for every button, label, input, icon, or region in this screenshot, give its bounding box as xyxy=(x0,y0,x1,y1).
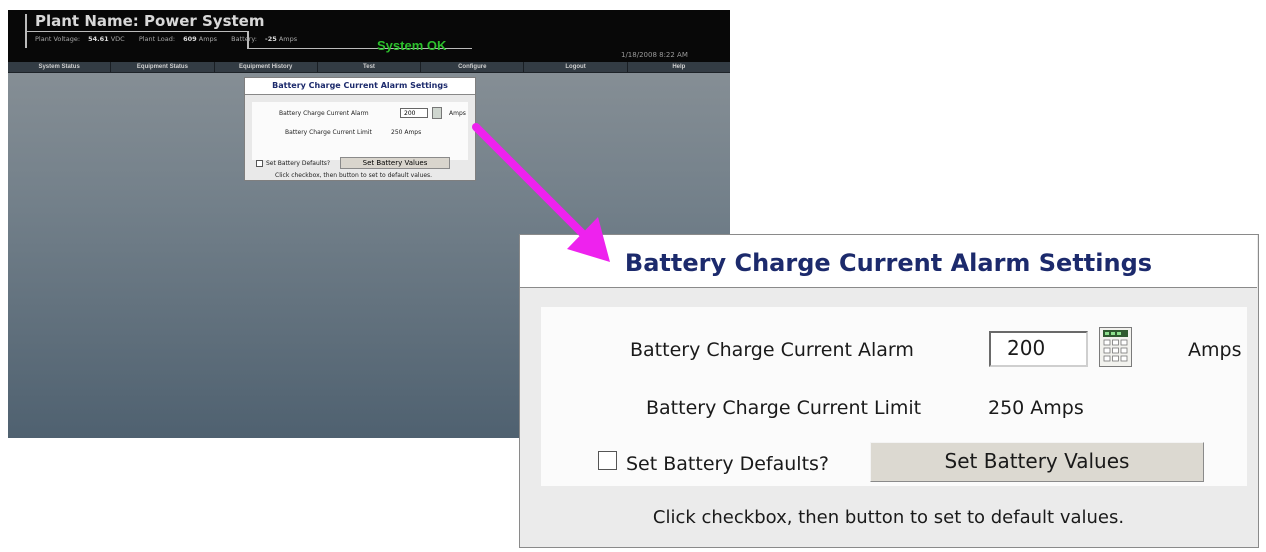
system-status: System OK xyxy=(377,38,447,53)
limit-label: Battery Charge Current Limit xyxy=(285,129,372,136)
alarm-settings-panel-zoomed: Battery Charge Current Alarm Settings Ba… xyxy=(519,234,1259,548)
hint-text: Click checkbox, then button to set to de… xyxy=(275,172,433,179)
alarm-label: Battery Charge Current Alarm xyxy=(279,110,369,117)
defaults-label: Set Battery Defaults? xyxy=(266,160,331,167)
load-label: Plant Load: xyxy=(138,35,176,43)
plant-metrics: Plant Voltage: 54.61 VDC Plant Load: 609… xyxy=(35,35,309,47)
nav-help[interactable]: Help xyxy=(628,62,730,72)
alarm-settings-panel-small: Battery Charge Current Alarm Settings Ba… xyxy=(244,77,476,181)
defaults-label: Set Battery Defaults? xyxy=(626,453,830,475)
nav-equipment-history[interactable]: Equipment History xyxy=(215,62,318,72)
limit-value: 250 Amps xyxy=(391,129,422,136)
nav-logout[interactable]: Logout xyxy=(524,62,628,72)
limit-value: 250 Amps xyxy=(988,397,1084,419)
nav-system-status[interactable]: System Status xyxy=(8,62,112,72)
defaults-checkbox[interactable] xyxy=(598,451,617,470)
plant-label: Plant Name: xyxy=(35,12,139,30)
alarm-input[interactable]: 200 xyxy=(989,331,1088,367)
defaults-checkbox[interactable] xyxy=(256,160,263,167)
keypad-icon[interactable] xyxy=(1099,327,1132,367)
voltage-label: Plant Voltage: xyxy=(35,35,81,43)
plant-name: Power System xyxy=(144,12,265,30)
datetime: 1/18/2008 8:22 AM xyxy=(621,51,688,59)
main-nav: System Status Equipment Status Equipment… xyxy=(8,62,730,73)
alarm-unit: Amps xyxy=(1188,339,1242,361)
set-battery-values-button[interactable]: Set Battery Values xyxy=(870,442,1204,482)
nav-equipment-status[interactable]: Equipment Status xyxy=(111,62,215,72)
load-value: 609 xyxy=(183,35,197,43)
panel-title: Battery Charge Current Alarm Settings xyxy=(245,78,475,95)
nav-test[interactable]: Test xyxy=(318,62,422,72)
voltage-unit: VDC xyxy=(110,35,125,43)
nav-configure[interactable]: Configure xyxy=(421,62,525,72)
plant-title: Plant Name: Power System xyxy=(35,12,264,30)
keypad-icon[interactable] xyxy=(432,107,442,119)
limit-label: Battery Charge Current Limit xyxy=(646,397,922,419)
panel-title: Battery Charge Current Alarm Settings xyxy=(520,235,1257,288)
battery-value: -25 xyxy=(265,35,277,43)
set-battery-values-button[interactable]: Set Battery Values xyxy=(340,157,450,169)
top-banner: Plant Name: Power System Plant Voltage: … xyxy=(8,10,730,62)
alarm-input[interactable]: 200 xyxy=(400,108,428,118)
title-divider xyxy=(25,31,247,32)
alarm-unit: Amps xyxy=(449,110,466,117)
hint-text: Click checkbox, then button to set to de… xyxy=(652,507,1125,528)
alarm-label: Battery Charge Current Alarm xyxy=(630,339,914,361)
load-unit: Amps xyxy=(198,35,218,43)
battery-label: Battery: xyxy=(231,35,257,43)
voltage-value: 54.61 xyxy=(88,35,109,43)
battery-unit: Amps xyxy=(278,35,298,43)
